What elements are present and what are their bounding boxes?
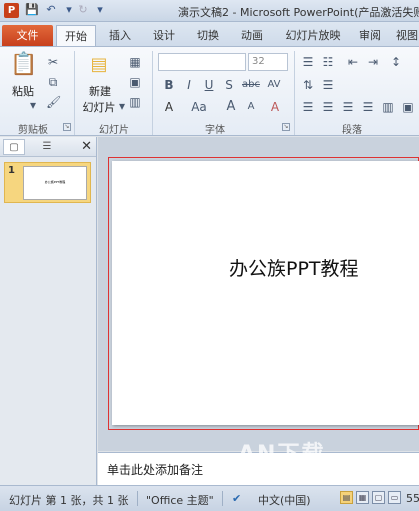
text-direction-icon[interactable]: ⇅ [300, 78, 316, 92]
font-dialog-launcher-icon[interactable]: ↘ [282, 123, 290, 131]
decrease-indent-icon[interactable]: ⇤ [345, 55, 361, 69]
pane-tabs: ▢ ☰ ✕ [0, 137, 96, 157]
tab-insert[interactable]: 插入 [100, 25, 140, 46]
clipboard-dialog-launcher-icon[interactable]: ↘ [63, 123, 71, 131]
tab-review[interactable]: 审阅 [352, 25, 388, 46]
group-separator [74, 51, 75, 135]
slide-count-status: 幻灯片 第 1 张，共 1 张 [9, 494, 129, 507]
numbering-icon[interactable]: ☷ [320, 55, 336, 69]
tab-design[interactable]: 设计 [144, 25, 184, 46]
align-right-icon[interactable]: ☰ [340, 100, 356, 114]
slide-thumbnail[interactable]: 办公族PPT教程 [23, 166, 87, 200]
paste-label[interactable]: 粘贴 [8, 83, 38, 99]
section-icon[interactable]: ▥ [126, 95, 144, 109]
font-size-value: 32 [252, 56, 265, 67]
reading-view-icon[interactable]: ▢ [372, 491, 385, 504]
slide-thumbnail-row[interactable]: 1 办公族PPT教程 [4, 162, 91, 203]
cut-icon[interactable]: ✂ [46, 55, 60, 69]
tab-animations[interactable]: 动画 [232, 25, 272, 46]
window-title: 演示文稿2 - Microsoft PowerPoint(产品激活失败) [178, 6, 419, 19]
line-spacing-icon[interactable]: ↕ [388, 55, 404, 69]
slide-editing-area: 办公族PPT教程 [98, 137, 419, 451]
undo-icon[interactable]: ↶ [44, 3, 58, 17]
slides-pane: ▢ ☰ ✕ 1 办公族PPT教程 [0, 137, 97, 485]
clear-formatting-button[interactable]: A [268, 100, 282, 114]
copy-icon[interactable]: ⧉ [46, 75, 60, 89]
status-separator [222, 491, 223, 506]
save-icon[interactable]: 💾 [25, 3, 39, 17]
align-left-icon[interactable]: ☰ [300, 100, 316, 114]
underline-button[interactable]: U [202, 78, 216, 92]
status-separator [137, 491, 138, 506]
columns-icon[interactable]: ▥ [380, 100, 396, 114]
font-group-label: 字体 [205, 125, 225, 136]
shrink-font-button[interactable]: A [244, 100, 258, 114]
tab-home[interactable]: 开始 [56, 25, 96, 46]
grow-font-button[interactable]: A [224, 100, 238, 114]
powerpoint-app-icon[interactable]: P [4, 3, 19, 18]
italic-button[interactable]: I [182, 78, 196, 92]
close-pane-icon[interactable]: ✕ [81, 138, 92, 156]
undo-dropdown-icon[interactable]: ▾ [62, 3, 76, 17]
paragraph-group-label: 段落 [342, 125, 362, 136]
tab-transitions[interactable]: 切换 [188, 25, 228, 46]
shadow-button[interactable]: S [222, 78, 236, 92]
bold-button[interactable]: B [162, 78, 176, 92]
layout-icon[interactable]: ▦ [126, 55, 144, 69]
notes-placeholder[interactable]: 单击此处添加备注 [107, 461, 203, 478]
slide-number: 1 [8, 165, 15, 176]
paste-dropdown-icon[interactable]: ▾ [28, 98, 38, 112]
bullets-icon[interactable]: ☰ [300, 55, 316, 69]
group-separator [294, 51, 295, 135]
new-slide-label-2[interactable]: 幻灯片 [78, 99, 120, 115]
font-size-combo[interactable]: 32 [248, 53, 288, 71]
status-bar: 幻灯片 第 1 张，共 1 张 "Office 主题" ✔ 中文(中国) ▤ ▦… [0, 485, 419, 511]
title-bar: P 💾 ↶ ▾ ↻ ▾ 演示文稿2 - Microsoft PowerPoint… [0, 0, 419, 22]
align-text-icon[interactable]: ☰ [320, 78, 336, 92]
paste-icon[interactable]: 📋 [10, 51, 38, 79]
zoom-level[interactable]: 55 [406, 492, 419, 505]
align-center-icon[interactable]: ☰ [320, 100, 336, 114]
redo-icon[interactable]: ↻ [76, 3, 90, 17]
group-separator [152, 51, 153, 135]
theme-status: "Office 主题" [146, 494, 214, 507]
watermark-logo: AN下载 [238, 442, 326, 467]
font-name-combo[interactable] [158, 53, 246, 71]
slideshow-view-icon[interactable]: ▭ [388, 491, 401, 504]
font-color-button[interactable]: A [162, 100, 176, 114]
format-painter-icon[interactable]: 🖌 [46, 95, 61, 109]
increase-indent-icon[interactable]: ⇥ [365, 55, 381, 69]
normal-view-icon[interactable]: ▤ [340, 491, 353, 504]
strikethrough-button[interactable]: abc [240, 78, 262, 92]
spellcheck-icon[interactable]: ✔ [232, 492, 241, 505]
customize-quick-access-icon[interactable]: ▾ [93, 3, 107, 17]
justify-icon[interactable]: ☰ [360, 100, 376, 114]
language-status[interactable]: 中文(中国) [258, 492, 311, 508]
new-slide-dropdown-icon[interactable]: ▾ [118, 99, 126, 113]
outline-tab-icon[interactable]: ☰ [36, 139, 58, 155]
slide-title-text[interactable]: 办公族PPT教程 [229, 254, 359, 281]
new-slide-icon[interactable]: ▤ [86, 53, 112, 77]
slides-group-label: 幻灯片 [99, 125, 129, 136]
ribbon-tabs: 文件 开始 插入 设计 切换 动画 幻灯片放映 审阅 视图 [0, 22, 419, 46]
tab-view[interactable]: 视图 [392, 25, 419, 46]
clipboard-group-label: 剪贴板 [18, 125, 48, 136]
slide-canvas[interactable]: 办公族PPT教程 [112, 161, 419, 425]
slides-tab-icon[interactable]: ▢ [3, 139, 25, 155]
thumbnail-text: 办公族PPT教程 [44, 180, 66, 184]
slide-sorter-view-icon[interactable]: ▦ [356, 491, 369, 504]
smartart-icon[interactable]: ▣ [400, 100, 416, 114]
new-slide-label[interactable]: 新建 [82, 83, 118, 99]
character-spacing-button[interactable]: AV [264, 78, 284, 92]
ribbon-home: 📋 粘贴 ▾ ✂ ⧉ 🖌 剪贴板 ↘ ▤ 新建 幻灯片 ▾ ▦ ▣ ▥ 幻灯片 … [0, 46, 419, 136]
change-case-button[interactable]: Aa [188, 100, 210, 114]
tab-slideshow[interactable]: 幻灯片放映 [278, 25, 348, 46]
reset-icon[interactable]: ▣ [126, 75, 144, 89]
tab-file[interactable]: 文件 [2, 25, 53, 46]
